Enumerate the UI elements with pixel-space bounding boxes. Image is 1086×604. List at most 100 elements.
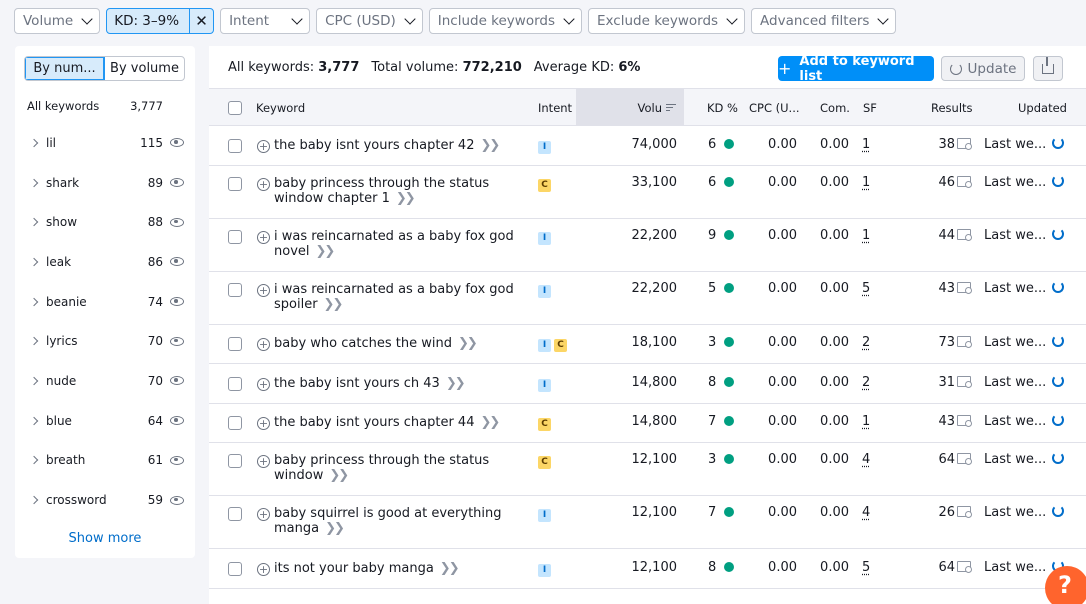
serp-features-link[interactable]: 1 [862,414,870,429]
row-checkbox[interactable] [228,454,242,468]
kd-filter[interactable]: KD: 3–9% ✕ [106,8,215,34]
keyword-link[interactable]: baby who catches the wind ❯❯ [274,336,519,351]
eye-icon[interactable] [170,336,184,346]
column-results[interactable]: Results [931,89,973,126]
serp-features-link[interactable]: 4 [862,505,870,520]
column-updated[interactable]: Updated [1018,89,1067,126]
serp-features-link[interactable]: 2 [862,335,870,350]
refresh-icon[interactable] [1052,136,1065,149]
cpc-filter[interactable]: CPC (USD) [316,8,423,34]
group-item-blue[interactable]: blue 64 [15,401,195,441]
serp-features-link[interactable]: 5 [862,560,870,575]
column-serp-features[interactable]: SF [863,89,877,126]
row-checkbox[interactable] [228,337,242,351]
serp-icon[interactable] [957,506,972,518]
serp-icon[interactable] [957,336,972,348]
serp-features-link[interactable]: 4 [862,452,870,467]
serp-icon[interactable] [957,375,972,388]
refresh-icon[interactable] [1052,505,1065,517]
keyword-link[interactable]: i was reincarnated as a baby fox god nove… [274,229,519,259]
double-chevron-icon[interactable]: ❯❯ [480,138,500,153]
keyword-link[interactable]: i was reincarnated as a baby fox god spoi… [274,282,519,312]
eye-icon[interactable] [170,178,184,188]
keyword-link[interactable]: its not your baby manga ❯❯ [274,561,519,576]
group-item-nude[interactable]: nude 70 [15,361,195,401]
eye-icon[interactable] [170,217,184,227]
double-chevron-icon[interactable]: ❯❯ [316,244,336,259]
serp-features-link[interactable]: 1 [862,137,870,152]
group-item-lil[interactable]: lil 115 [15,123,195,163]
refresh-icon[interactable] [1052,174,1065,187]
export-button[interactable] [1033,56,1063,81]
refresh-icon[interactable] [1052,414,1065,426]
add-keyword-icon[interactable]: + [257,177,270,191]
column-kd[interactable]: KD % [707,89,738,126]
sort-by-number-button[interactable]: By num... [25,57,105,80]
group-item-leak[interactable]: leak 86 [15,242,195,282]
add-keyword-icon[interactable]: + [257,508,270,521]
refresh-icon[interactable] [1052,452,1065,464]
serp-features-link[interactable]: 1 [862,175,870,190]
serp-features-link[interactable]: 1 [862,228,870,243]
refresh-icon[interactable] [1052,374,1065,387]
group-item-lyrics[interactable]: lyrics 70 [15,321,195,361]
sort-by-volume-button[interactable]: By volume [105,57,184,80]
column-competition[interactable]: Com. [820,89,850,126]
double-chevron-icon[interactable]: ❯❯ [440,561,460,576]
group-item-show[interactable]: show 88 [15,202,195,242]
eye-icon[interactable] [170,376,184,386]
add-keyword-icon[interactable]: + [257,338,270,351]
add-keyword-icon[interactable]: + [257,139,270,153]
double-chevron-icon[interactable]: ❯❯ [446,376,466,391]
add-keyword-icon[interactable]: + [257,417,270,430]
serp-icon[interactable] [957,415,972,427]
close-icon[interactable]: ✕ [189,9,213,33]
exclude-keywords-filter[interactable]: Exclude keywords [588,8,746,34]
keyword-link[interactable]: the baby isnt yours chapter 42 ❯❯ [274,138,519,153]
row-checkbox[interactable] [228,229,242,244]
eye-icon[interactable] [170,416,184,426]
row-checkbox[interactable] [228,138,242,153]
add-keyword-icon[interactable]: + [257,455,270,468]
serp-icon[interactable] [957,560,972,573]
serp-icon[interactable] [957,228,972,241]
row-checkbox[interactable] [228,376,242,391]
eye-icon[interactable] [170,495,184,505]
show-more-link[interactable]: Show more [15,531,195,546]
refresh-icon[interactable] [1052,335,1065,347]
double-chevron-icon[interactable]: ❯❯ [480,415,500,430]
row-checkbox[interactable] [228,507,242,521]
include-keywords-filter[interactable]: Include keywords [428,8,583,34]
serp-icon[interactable] [957,137,972,150]
add-keyword-icon[interactable]: + [257,562,270,576]
intent-filter[interactable]: Intent [220,8,311,34]
row-checkbox[interactable] [228,561,242,576]
row-checkbox[interactable] [228,176,242,191]
refresh-icon[interactable] [1052,280,1065,293]
serp-features-link[interactable]: 2 [862,375,870,390]
keyword-link[interactable]: the baby isnt yours ch 43 ❯❯ [274,376,519,391]
add-to-keyword-list-button[interactable]: + Add to keyword list [778,54,934,84]
volume-filter[interactable]: Volume [14,8,101,34]
keyword-link[interactable]: the baby isnt yours chapter 44 ❯❯ [274,415,519,430]
double-chevron-icon[interactable]: ❯❯ [329,468,349,483]
group-item-crossword[interactable]: crossword 59 [15,480,195,520]
double-chevron-icon[interactable]: ❯❯ [396,191,416,206]
row-checkbox[interactable] [228,416,242,430]
eye-icon[interactable] [170,455,184,465]
keyword-link[interactable]: baby princess through the status window c… [274,176,519,206]
all-keywords-group[interactable]: All keywords 3,777 [27,99,163,113]
serp-icon[interactable] [957,175,972,188]
help-button[interactable]: ? [1045,566,1086,604]
column-cpc[interactable]: CPC (U... [749,89,800,126]
refresh-icon[interactable] [1052,227,1065,240]
group-item-beanie[interactable]: beanie 74 [15,282,195,322]
column-intent[interactable]: Intent [538,89,572,126]
serp-icon[interactable] [957,453,972,465]
eye-icon[interactable] [170,138,184,148]
keyword-link[interactable]: baby squirrel is good at everything manga… [274,506,519,536]
column-volume[interactable]: Volu [576,89,684,126]
add-keyword-icon[interactable]: + [257,283,270,297]
add-keyword-icon[interactable]: + [257,377,270,391]
serp-features-link[interactable]: 5 [862,281,870,296]
